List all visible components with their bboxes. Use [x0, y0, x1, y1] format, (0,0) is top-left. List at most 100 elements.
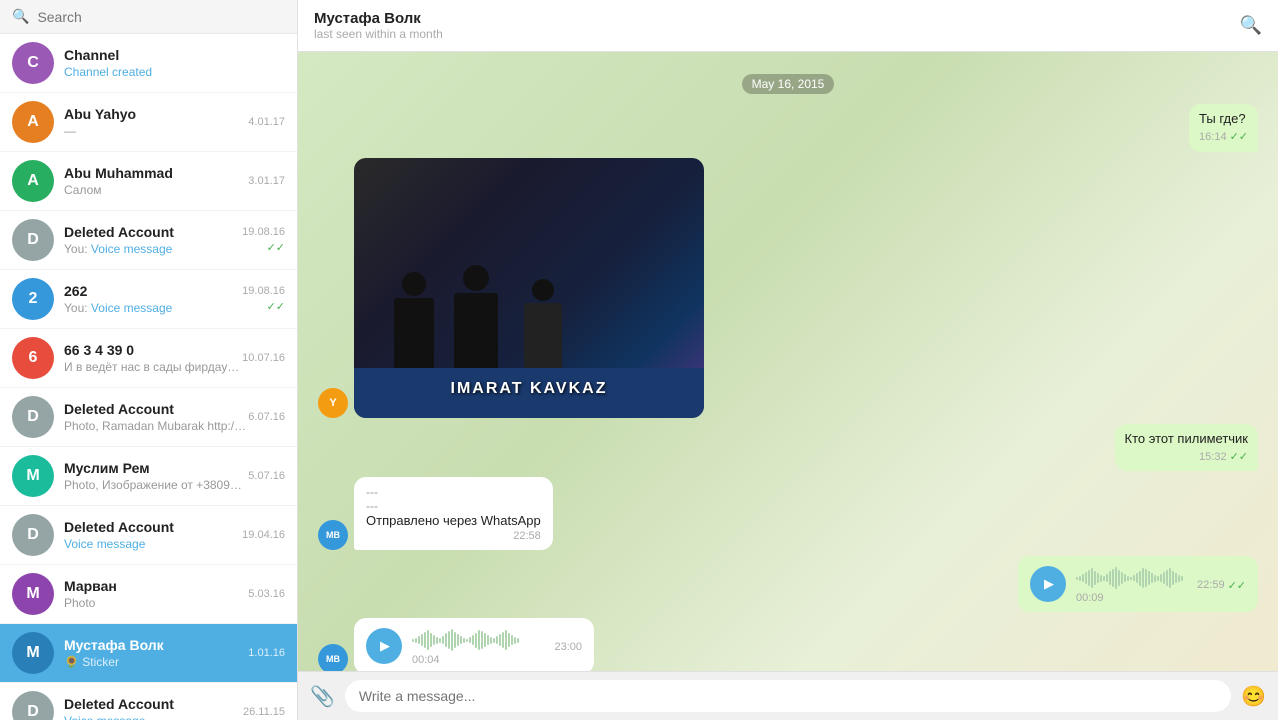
message-meta: 23:00: [554, 641, 582, 653]
chat-meta: 4.01.17: [248, 116, 285, 128]
chat-meta: 3.01.17: [248, 175, 285, 187]
chat-list-item[interactable]: 2 262 You: Voice message 19.08.16 ✓✓: [0, 270, 297, 329]
message-meta: 15:32 ✓✓: [1125, 450, 1248, 465]
audio-duration: 00:04: [412, 654, 544, 666]
chat-preview: Салом: [64, 183, 248, 197]
header-search-button[interactable]: 🔍: [1240, 15, 1262, 36]
avatar: М: [12, 455, 54, 497]
chat-list-item[interactable]: A Abu Muhammad Салом 3.01.17: [0, 152, 297, 211]
message-check: ✓✓: [1228, 579, 1246, 592]
avatar: 2: [12, 278, 54, 320]
chat-name: Deleted Account: [64, 696, 243, 712]
avatar: М: [12, 573, 54, 615]
chat-list-item[interactable]: C Channel Channel created: [0, 34, 297, 93]
chat-input-area: 📎 😊: [298, 671, 1278, 720]
chat-list-item[interactable]: М Марван Photo 5.03.16: [0, 565, 297, 624]
avatar: D: [12, 514, 54, 556]
message-check: ✓✓: [1230, 130, 1248, 145]
chat-time: 19.04.16: [242, 529, 285, 541]
chat-meta: 5.07.16: [248, 470, 285, 482]
message-text: Кто этот пилиметчик: [1125, 430, 1248, 448]
message-time: 15:32: [1199, 450, 1227, 465]
chat-preview: Voice message: [64, 714, 243, 720]
chat-name: Deleted Account: [64, 519, 242, 535]
chat-list-item[interactable]: М Мустафа Волк 🌻 Sticker 1.01.16: [0, 624, 297, 683]
chat-list-item[interactable]: М Муслим Рем Photo, Изображение от +3809…: [0, 447, 297, 506]
chat-info: 66 3 4 39 0 И в ведёт нас в сады фирдаус…: [64, 342, 242, 374]
chat-list-item[interactable]: 6 66 3 4 39 0 И в ведёт нас в сады фирда…: [0, 329, 297, 388]
chat-meta: 19.04.16: [242, 529, 285, 541]
chat-info: Deleted Account Voice message: [64, 519, 242, 551]
chat-name: Deleted Account: [64, 224, 242, 240]
sidebar: 🔍 C Channel Channel created A Abu Yahyo …: [0, 0, 298, 720]
chat-main: Мустафа Волк last seen within a month 🔍 …: [298, 0, 1278, 720]
avatar: MB: [318, 644, 348, 671]
message-row: MB ------ Отправлено через WhatsApp 22:5…: [318, 477, 1258, 550]
play-button[interactable]: [366, 628, 402, 664]
audio-waveform: [412, 626, 544, 654]
chat-info: Abu Yahyo —: [64, 106, 248, 138]
message-text: Отправлено через WhatsApp: [366, 513, 541, 528]
chat-preview: Photo: [64, 596, 248, 610]
chat-meta: 19.08.16 ✓✓: [242, 285, 285, 313]
chat-list-item[interactable]: D Deleted Account Voice message 19.04.16: [0, 506, 297, 565]
chat-name: Марван: [64, 578, 248, 594]
chat-meta: 6.07.16: [248, 411, 285, 423]
chat-time: 1.01.16: [248, 647, 285, 659]
chat-name: Channel: [64, 47, 285, 63]
avatar: М: [12, 632, 54, 674]
chat-meta: 5.03.16: [248, 588, 285, 600]
chat-name: Abu Yahyo: [64, 106, 248, 122]
chat-info: Deleted Account Voice message: [64, 696, 243, 720]
image-placeholder: IMARAT KAVKAZ: [354, 158, 704, 418]
chat-preview: —: [64, 124, 248, 138]
date-badge: May 16, 2015: [318, 74, 1258, 94]
message-bubble: ------ Отправлено через WhatsApp 22:58: [354, 477, 553, 550]
emoji-button[interactable]: 😊: [1241, 684, 1266, 709]
chat-meta: 10.07.16: [242, 352, 285, 364]
chat-list-item[interactable]: D Deleted Account Voice message 26.11.15: [0, 683, 297, 720]
messages-area: May 16, 2015 Ты где? 16:14 ✓✓ Y: [298, 52, 1278, 671]
play-button[interactable]: [1030, 566, 1066, 602]
chat-meta: 26.11.15: [243, 706, 285, 718]
chat-time: 5.07.16: [248, 470, 285, 482]
header-info: Мустафа Волк last seen within a month: [314, 10, 443, 41]
image-text: IMARAT KAVKAZ: [451, 380, 608, 398]
chat-list-item[interactable]: D Deleted Account Photo, Ramadan Mubarak…: [0, 388, 297, 447]
avatar: D: [12, 396, 54, 438]
message-input[interactable]: [345, 680, 1231, 712]
message-meta: 22:59 ✓✓: [1197, 579, 1246, 592]
chat-name: Мустафа Волк: [64, 637, 248, 653]
search-bar: 🔍: [0, 0, 297, 34]
double-check: ✓✓: [267, 300, 285, 313]
chat-name: 66 3 4 39 0: [64, 342, 242, 358]
chat-meta: 1.01.16: [248, 647, 285, 659]
attach-button[interactable]: 📎: [310, 684, 335, 709]
avatar: A: [12, 160, 54, 202]
chat-preview: И в ведёт нас в сады фирдауса.Аминь.: [64, 360, 242, 374]
avatar: A: [12, 101, 54, 143]
chat-info: Мустафа Волк 🌻 Sticker: [64, 637, 248, 669]
contact-name: Мустафа Волк: [314, 10, 443, 27]
avatar: Y: [318, 388, 348, 418]
message-check: ✓✓: [1230, 450, 1248, 465]
search-input[interactable]: [37, 9, 285, 25]
avatar: 6: [12, 337, 54, 379]
chat-time: 19.08.16: [242, 285, 285, 297]
chat-info: Муслим Рем Photo, Изображение от +380971…: [64, 460, 248, 492]
avatar: D: [12, 691, 54, 720]
chat-preview: You: Voice message: [64, 301, 242, 315]
audio-bubble: 00:04 23:00: [354, 618, 594, 671]
chat-meta: 19.08.16 ✓✓: [242, 226, 285, 254]
chat-list-item[interactable]: D Deleted Account You: Voice message 19.…: [0, 211, 297, 270]
chat-list-item[interactable]: A Abu Yahyo — 4.01.17: [0, 93, 297, 152]
audio-duration: 00:09: [1076, 592, 1187, 604]
chat-info: Марван Photo: [64, 578, 248, 610]
message-bubble: Ты где? 16:14 ✓✓: [1189, 104, 1258, 152]
chat-name: Муслим Рем: [64, 460, 248, 476]
message-meta: 22:58: [366, 530, 541, 542]
chat-time: 3.01.17: [248, 175, 285, 187]
message-text: Ты где?: [1199, 110, 1248, 128]
chat-list: C Channel Channel created A Abu Yahyo — …: [0, 34, 297, 720]
avatar: C: [12, 42, 54, 84]
